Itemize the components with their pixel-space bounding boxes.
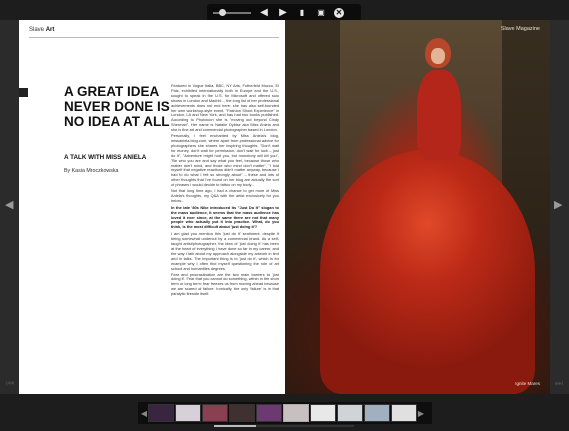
reading-progress [214, 425, 354, 427]
page-thumbnail[interactable] [229, 404, 255, 422]
page-thumbnail[interactable] [337, 404, 363, 422]
last-page-icon[interactable]: ⏭ [555, 378, 563, 389]
interview-answer: Fear and procrastination are the two mai… [171, 271, 280, 297]
article-body: Featured in Vogue Italia, BBC, NY Arts, … [171, 83, 280, 298]
article-subhead: A TALK WITH MISS ANIELA [64, 154, 147, 161]
page-thumbnail[interactable] [175, 404, 201, 422]
page-thumbnail[interactable] [364, 404, 390, 422]
magazine-left-page: Slave Art A GREAT IDEA NEVER DONE IS NO … [19, 20, 285, 394]
magazine-title: Slave Magazine [500, 26, 540, 32]
thumbnail-strip: ◀ ▶ [138, 402, 432, 424]
contents-icon[interactable]: ▮ [296, 8, 308, 17]
body-paragraph: Featured in Vogue Italia, BBC, NY Arts, … [171, 83, 279, 133]
section-header: Slave Art [29, 27, 55, 33]
thumbnails-prev-icon[interactable]: ◀ [140, 409, 148, 418]
page-thumbnail[interactable] [391, 404, 417, 422]
model-face [431, 48, 445, 64]
body-paragraph: Personally, I feel enchanted by Miss Ani… [171, 133, 279, 188]
page-thumbnail[interactable] [283, 404, 309, 422]
previous-page-icon[interactable]: ◀ [258, 7, 270, 18]
page-thumbnail[interactable] [256, 404, 282, 422]
page-thumbnail[interactable] [148, 404, 174, 422]
reading-progress-fill [214, 425, 256, 427]
next-spread-arrow-icon[interactable]: ▶ [554, 198, 562, 211]
thumbnails-next-icon[interactable]: ▶ [417, 409, 425, 418]
body-paragraph: Not that long time ago, I had a chance t… [171, 188, 279, 203]
red-gown-bodice [417, 70, 461, 160]
viewer-toolbar: ◀ ▶ ▮ ▣ ✕ [207, 4, 361, 21]
zoom-slider-knob[interactable] [219, 8, 227, 16]
page-thumbnail[interactable] [310, 404, 336, 422]
magazine-right-page: Slave Magazine Ignite Mares [285, 20, 550, 394]
red-gown-skirt [320, 150, 535, 394]
section-mark [19, 88, 28, 97]
page-thumbnail[interactable] [202, 404, 228, 422]
article-byline: By Kasia Mroczkowska [64, 168, 119, 174]
close-icon[interactable]: ✕ [334, 7, 344, 18]
next-page-icon[interactable]: ▶ [277, 7, 289, 18]
zoom-slider[interactable] [213, 8, 251, 16]
fullscreen-icon[interactable]: ▣ [315, 8, 327, 17]
first-page-icon[interactable]: ⏮ [6, 378, 14, 389]
photo-credit: Ignite Mares [515, 381, 540, 386]
interview-question: In the late '80s Nike introduced its "Ju… [171, 204, 279, 230]
thumbnail-list [148, 404, 417, 422]
article-headline: A GREAT IDEA NEVER DONE IS NO IDEA AT AL… [64, 84, 170, 129]
interview-answer: I am glad you mention this 'just do it' … [171, 231, 279, 271]
header-rule [29, 37, 279, 38]
previous-spread-arrow-icon[interactable]: ◀ [5, 198, 13, 211]
